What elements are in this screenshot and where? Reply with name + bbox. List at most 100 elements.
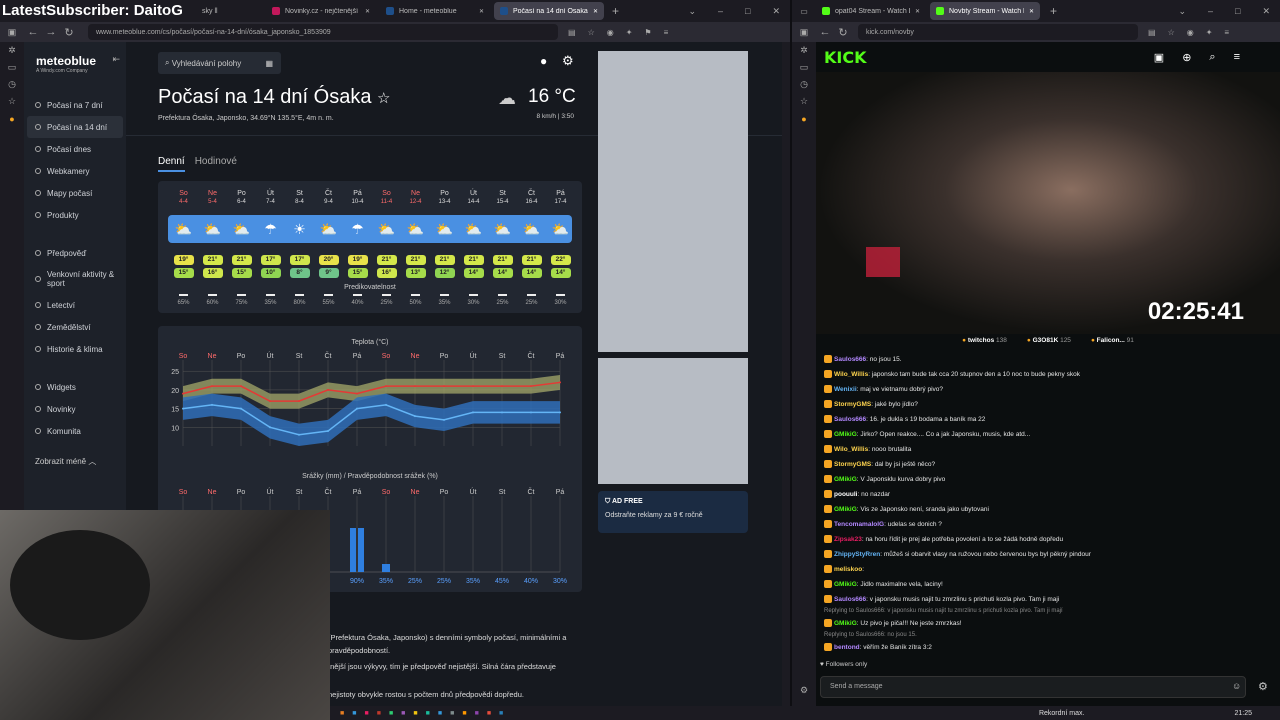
back-icon[interactable]: ← bbox=[816, 26, 834, 38]
chat-username[interactable]: Zipsak23 bbox=[834, 536, 862, 543]
sidebar-nav-item[interactable]: Mapy počasí bbox=[27, 182, 123, 204]
app-icon[interactable]: ■ bbox=[499, 710, 503, 717]
menu-icon[interactable]: ≡ bbox=[1234, 51, 1240, 64]
emote-icon[interactable]: ☺ bbox=[1232, 681, 1241, 691]
sidebar-toggle-icon[interactable]: ▣ bbox=[0, 27, 24, 38]
sidebar-nav-item[interactable]: Počasí dnes bbox=[27, 138, 123, 160]
day-header[interactable]: So 11-4 bbox=[372, 190, 401, 205]
minimize-icon[interactable]: – bbox=[1208, 6, 1213, 17]
sidebar-nav-item[interactable]: Widgets bbox=[27, 376, 123, 398]
tab-daily[interactable]: Denní bbox=[158, 156, 185, 172]
sidebar-nav-item[interactable]: Historie & klima bbox=[27, 338, 123, 360]
chat-message[interactable]: StormyGMS: jaké bylo jídlo? bbox=[816, 397, 1272, 412]
tab-list-icon[interactable]: ⌄ bbox=[1178, 6, 1186, 17]
extension-icon[interactable]: ✦ bbox=[1206, 28, 1213, 37]
chat-message[interactable]: GMikiG: Jirko? Open reakce.... Co a jak … bbox=[816, 427, 1272, 442]
browser-tab[interactable]: opat04 Stream - Watch Live ✕ bbox=[816, 2, 926, 20]
gift-icon[interactable]: ▣ bbox=[1154, 51, 1164, 64]
show-less-button[interactable]: Zobrazit méně ︿ bbox=[35, 456, 126, 467]
chat-message[interactable]: meliskoo: bbox=[816, 562, 1272, 577]
forward-icon[interactable]: → bbox=[42, 26, 60, 38]
tab-hourly[interactable]: Hodinové bbox=[195, 156, 237, 172]
tab-list-icon[interactable]: ⌄ bbox=[688, 6, 696, 17]
chat-username[interactable]: bentond bbox=[834, 644, 860, 651]
bookmark-star-icon[interactable]: ☆ bbox=[1168, 28, 1175, 37]
chat-message[interactable]: GMikiG: V Japonsklu kurva dobry pivo bbox=[816, 472, 1272, 487]
chat-message[interactable]: Wilo_Willis: japonsko tam bude tak cca 2… bbox=[816, 367, 1272, 382]
close-tab-icon[interactable]: ✕ bbox=[479, 8, 484, 15]
day-header[interactable]: St 15-4 bbox=[488, 190, 517, 205]
synced-tabs-icon[interactable]: ▭ bbox=[792, 59, 816, 76]
day-header[interactable]: So 4-4 bbox=[169, 190, 198, 205]
map-icon[interactable]: ▦ bbox=[265, 59, 273, 68]
sidebar-toggle-icon[interactable]: ▣ bbox=[792, 27, 816, 38]
chat-username[interactable]: GMikiG bbox=[834, 620, 857, 627]
chat-username[interactable]: Wilo_Willis bbox=[834, 446, 868, 453]
search-icon[interactable]: ⌕ bbox=[1209, 51, 1215, 64]
app-icon[interactable]: ■ bbox=[487, 710, 491, 717]
close-tab-icon[interactable]: ✕ bbox=[915, 8, 920, 15]
new-tab-button[interactable]: + bbox=[1050, 4, 1057, 18]
chat-username[interactable]: Saulos666 bbox=[834, 596, 866, 603]
minimize-icon[interactable]: – bbox=[718, 6, 723, 17]
chat-username[interactable]: StormyGMS bbox=[834, 461, 871, 468]
gift-leader[interactable]: ● G3O81K 125 bbox=[1027, 337, 1071, 344]
favorite-star-icon[interactable]: ☆ bbox=[377, 90, 390, 107]
collapse-sidebar-icon[interactable]: ⇤ bbox=[112, 54, 120, 74]
bookmarks-icon[interactable]: ☆ bbox=[0, 93, 24, 110]
chat-message[interactable]: GMikiG: Jidlo maximalne vela, laciny! bbox=[816, 577, 1272, 592]
meteoblue-logo[interactable]: meteoblue bbox=[36, 54, 96, 68]
app-icon[interactable]: ■ bbox=[462, 710, 466, 717]
weather-status[interactable]: Rekordní max. bbox=[1039, 710, 1085, 717]
close-icon[interactable]: ✕ bbox=[772, 6, 780, 17]
browser-tab[interactable]: Novinky.cz - nejčtenější zprávy ✕ bbox=[266, 2, 376, 20]
chat-message[interactable]: Saulos666: v japonsku musis najit tu zmr… bbox=[816, 592, 1272, 607]
kick-logo[interactable]: KICK bbox=[824, 48, 867, 67]
browser-tab[interactable]: Počasí na 14 dní Ósaka - mete ✕ bbox=[494, 2, 604, 20]
close-tab-icon[interactable]: ✕ bbox=[365, 8, 370, 15]
browser-tab[interactable]: Home - meteoblue ✕ bbox=[380, 2, 490, 20]
url-field[interactable]: www.meteoblue.com/cs/počasí/počasí-na-14… bbox=[88, 24, 558, 40]
app-icon[interactable]: ■ bbox=[475, 710, 479, 717]
app-icon[interactable]: ■ bbox=[426, 710, 430, 717]
gear-icon[interactable]: ⚙ bbox=[562, 53, 574, 69]
url-field[interactable]: kick.com/novby bbox=[858, 24, 1138, 40]
day-header[interactable]: Po 6-4 bbox=[227, 190, 256, 205]
app-icon[interactable]: ■ bbox=[413, 710, 417, 717]
back-icon[interactable]: ← bbox=[24, 26, 42, 38]
gift-leader[interactable]: ● Falicon... 91 bbox=[1091, 337, 1134, 344]
day-header[interactable]: St 8-4 bbox=[285, 190, 314, 205]
clock[interactable]: 21:25 bbox=[1234, 710, 1252, 717]
chat-username[interactable]: Saulos666 bbox=[834, 416, 866, 423]
chat-settings-icon[interactable]: ⚙ bbox=[1258, 680, 1268, 693]
browser-tab[interactable]: Novbty Stream - Watch Live ✕ bbox=[930, 2, 1040, 20]
close-tab-icon[interactable]: ✕ bbox=[1029, 8, 1034, 15]
extension-icon[interactable]: ● bbox=[792, 110, 816, 127]
chat-username[interactable]: GMikiG bbox=[834, 581, 857, 588]
chat-message[interactable]: poouuli: no nazdar bbox=[816, 487, 1272, 502]
sidebar-nav-item[interactable]: Počasí na 14 dní bbox=[27, 116, 123, 138]
ad-banner[interactable] bbox=[598, 358, 748, 484]
sidebar-nav-item[interactable]: Počasí na 7 dní bbox=[27, 94, 123, 116]
app-icon[interactable]: ■ bbox=[438, 710, 442, 717]
user-icon[interactable]: ● bbox=[540, 54, 547, 68]
app-icon[interactable]: ■ bbox=[389, 710, 393, 717]
ad-free-box[interactable]: ⛉ AD FREE Odstraňte reklamy za 9 € ročně bbox=[598, 491, 748, 533]
bookmark-star-icon[interactable]: ☆ bbox=[588, 28, 595, 37]
sidebar-nav-item[interactable]: Komunita bbox=[27, 420, 123, 442]
day-header[interactable]: Út 7-4 bbox=[256, 190, 285, 205]
chat-message[interactable]: GMikiG: Vis ze Japonsko není, sranda jak… bbox=[816, 502, 1272, 517]
chat-username[interactable]: GMikiG bbox=[834, 506, 857, 513]
app-icon[interactable]: ■ bbox=[340, 710, 344, 717]
account-icon[interactable]: ◉ bbox=[1187, 28, 1194, 37]
chat-input[interactable]: Send a message bbox=[820, 676, 1246, 698]
reader-icon[interactable]: ▤ bbox=[568, 28, 576, 37]
chat-username[interactable]: Saulos666 bbox=[834, 356, 866, 363]
settings-icon[interactable]: ⚙ bbox=[792, 682, 816, 699]
synced-tabs-icon[interactable]: ▭ bbox=[0, 59, 24, 76]
ai-icon[interactable]: ✲ bbox=[0, 42, 24, 59]
tab-first[interactable]: sky ll bbox=[196, 2, 266, 20]
reload-icon[interactable]: ↻ bbox=[834, 26, 852, 39]
chat-message[interactable]: Wenixii: maj ve vietnamu dobrý pivo? bbox=[816, 382, 1272, 397]
reader-icon[interactable]: ▤ bbox=[1148, 28, 1156, 37]
